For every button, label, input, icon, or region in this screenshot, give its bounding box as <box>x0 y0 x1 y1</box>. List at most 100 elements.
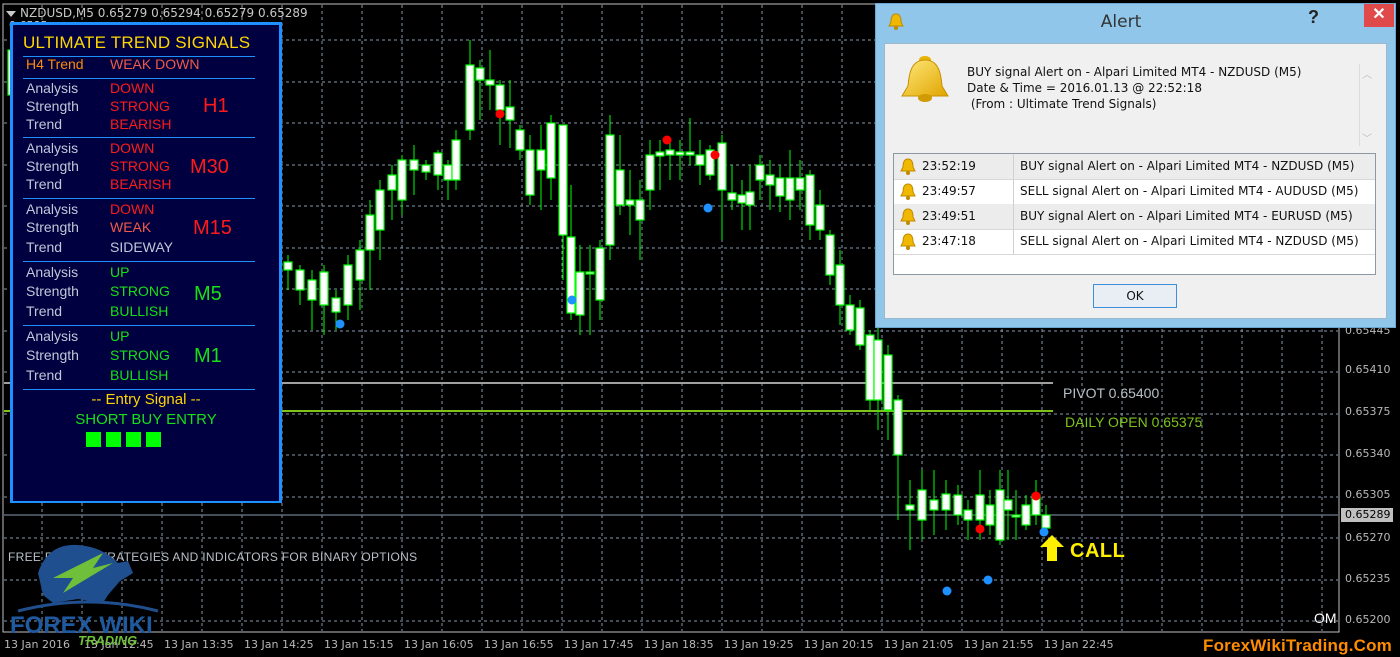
column-separator <box>1013 204 1014 229</box>
alert-source-line: (From : Ultimate Trend Signals) <box>967 97 1157 111</box>
time-axis-label: 13 Jan 15:15 <box>324 638 394 651</box>
panel-divider <box>23 389 255 390</box>
m1-trend-value: BULLISH <box>110 367 169 383</box>
candle-body <box>765 174 775 186</box>
candle-body <box>319 271 329 306</box>
candle-body <box>685 151 695 156</box>
candle-body <box>355 249 365 281</box>
column-separator <box>1013 179 1014 204</box>
candle-body <box>795 177 805 191</box>
bell-icon <box>900 158 916 175</box>
entry-strength-block <box>106 432 121 447</box>
dialog-title: Alert <box>1100 12 1142 32</box>
h1-strength-label: Strength <box>26 98 79 114</box>
alert-history-list[interactable]: 23:52:19 BUY signal Alert on - Alpari Lim… <box>893 153 1376 275</box>
candle-body <box>883 354 893 411</box>
candle-body <box>575 271 585 316</box>
scroll-down-icon[interactable]: ﹀ <box>1360 130 1374 145</box>
candle-body <box>495 84 505 111</box>
daily-open-label: DAILY OPEN 0.65375 <box>1065 414 1203 430</box>
help-button[interactable]: ? <box>1308 7 1319 28</box>
sell-signal-dot <box>975 524 985 534</box>
candle-body <box>465 64 475 131</box>
candle-body <box>835 264 845 306</box>
candle-body <box>953 494 963 516</box>
buy-signal-dot <box>942 586 952 596</box>
alert-log-message: SELL signal Alert on - Alpari Limited MT… <box>1020 184 1359 198</box>
candle-body <box>433 152 443 176</box>
candle-body <box>655 151 665 157</box>
pivot-label: PIVOT 0.65400 <box>1063 385 1160 401</box>
candle-body <box>451 139 461 181</box>
h1-analysis-value: DOWN <box>110 80 155 96</box>
candle-body <box>905 504 915 511</box>
time-axis-label: 13 Jan 17:45 <box>564 638 634 651</box>
buy-signal-dot <box>1039 527 1049 537</box>
timeframe-m5: M5 <box>194 283 222 305</box>
alert-log-time: 23:52:19 <box>922 159 976 173</box>
m15-trend-value: SIDEWAY <box>110 239 174 255</box>
candle-body <box>805 174 815 226</box>
alert-message-line: BUY signal Alert on - Alpari Limited MT4… <box>967 65 1302 79</box>
h1-trend-label: Trend <box>26 116 63 132</box>
candle-body <box>421 164 431 173</box>
timeframe-m30: M30 <box>190 156 229 178</box>
candle-body <box>985 504 995 526</box>
candle-body <box>1041 514 1051 529</box>
price-axis-label: 0.65375 <box>1345 405 1391 418</box>
candle-body <box>375 189 385 231</box>
alert-bell-icon <box>901 56 949 102</box>
alert-log-time: 23:49:57 <box>922 184 976 198</box>
alert-log-row[interactable]: 23:49:57 SELL signal Alert on - Alpari Li… <box>894 179 1375 205</box>
price-axis-label: 0.65410 <box>1345 363 1391 376</box>
m30-strength-label: Strength <box>26 158 79 174</box>
h4-trend-label: H4 Trend <box>26 56 84 72</box>
chart-menu-triangle-icon[interactable] <box>6 10 16 17</box>
m5-analysis-value: UP <box>110 264 130 280</box>
m15-analysis-value: DOWN <box>110 201 155 217</box>
candle-body <box>558 124 568 236</box>
price-axis-label: 0.65340 <box>1345 447 1391 460</box>
site-watermark: ForexWikiTrading.Com <box>1203 636 1392 655</box>
m5-trend-value: BULLISH <box>110 303 169 319</box>
candle-body <box>963 509 973 521</box>
candle-body <box>1003 499 1013 511</box>
sell-signal-dot <box>710 150 720 160</box>
ok-button[interactable]: OK <box>1093 284 1177 308</box>
buy-signal-dot <box>335 319 345 329</box>
symbol-header: NZDUSD,M5 0.65279 0.65294 0.65279 0.6528… <box>6 6 308 20</box>
alert-log-row[interactable]: 23:49:51 BUY signal Alert on - Alpari Lim… <box>894 204 1375 230</box>
m5-strength-value: STRONG <box>110 283 170 299</box>
time-axis-label: 13 Jan 18:35 <box>644 638 714 651</box>
price-axis-label: 0.65305 <box>1345 488 1391 501</box>
alert-log-row[interactable]: 23:52:19 BUY signal Alert on - Alpari Lim… <box>894 154 1375 180</box>
candle-body <box>1011 514 1021 518</box>
close-button[interactable]: ✕ <box>1364 4 1394 27</box>
entry-strength-block <box>146 432 161 447</box>
candle-body <box>475 67 485 81</box>
alert-log-row[interactable]: 23:47:18 SELL signal Alert on - Alpari Li… <box>894 229 1375 255</box>
call-arrow-icon <box>1040 535 1064 561</box>
alert-log-time: 23:47:18 <box>922 234 976 248</box>
candle-body <box>515 129 525 151</box>
candle-body <box>745 191 755 206</box>
column-separator <box>1013 154 1014 179</box>
alert-log-time: 23:49:51 <box>922 209 976 223</box>
m15-trend-label: Trend <box>26 239 63 255</box>
panel-divider <box>23 325 255 326</box>
candle-body <box>785 177 795 201</box>
candle-body <box>755 164 765 181</box>
candle-body <box>585 271 595 275</box>
candle-body <box>825 234 835 276</box>
message-scrollbar[interactable]: ︿ ﹀ <box>1359 64 1374 146</box>
time-axis-label: 13 Jan 19:25 <box>724 638 794 651</box>
scroll-up-icon[interactable]: ︿ <box>1360 66 1374 81</box>
m5-trend-label: Trend <box>26 303 63 319</box>
candle-body <box>855 307 865 346</box>
dialog-body: BUY signal Alert on - Alpari Limited MT4… <box>884 43 1387 319</box>
timeframe-m15: M15 <box>193 217 232 239</box>
timeframe-m1: M1 <box>194 345 222 367</box>
entry-signal-value: SHORT BUY ENTRY <box>75 411 217 428</box>
candle-body <box>727 192 737 201</box>
m1-analysis-value: UP <box>110 328 130 344</box>
